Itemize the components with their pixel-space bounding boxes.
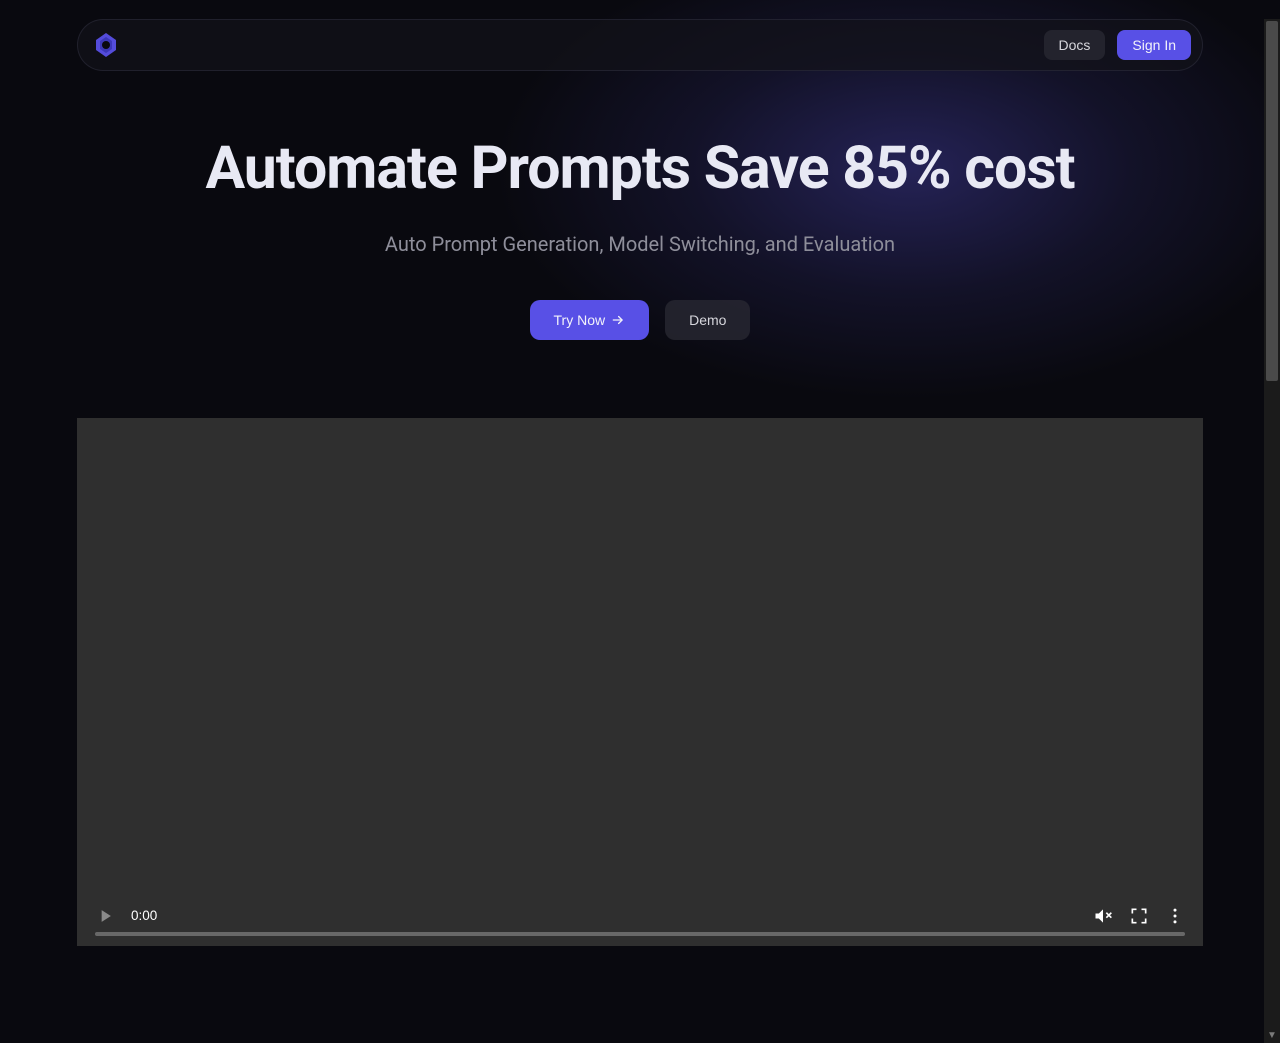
more-icon[interactable] xyxy=(1165,906,1185,926)
hero-actions: Try Now Demo xyxy=(40,300,1240,340)
arrow-right-icon xyxy=(611,313,625,327)
signin-button[interactable]: Sign In xyxy=(1117,30,1191,60)
docs-button[interactable]: Docs xyxy=(1044,30,1106,60)
hero-section: Automate Prompts Save 85% cost Auto Prom… xyxy=(0,137,1280,340)
nav-actions: Docs Sign In xyxy=(1044,30,1192,60)
play-icon[interactable] xyxy=(95,906,115,926)
try-now-button[interactable]: Try Now xyxy=(530,300,650,340)
video-controls: 0:00 xyxy=(77,892,1203,946)
hero-subtitle: Auto Prompt Generation, Model Switching,… xyxy=(40,232,1240,256)
demo-button[interactable]: Demo xyxy=(665,300,750,340)
video-progress-bar[interactable] xyxy=(95,932,1185,936)
hero-title: Automate Prompts Save 85% cost xyxy=(40,137,1240,202)
top-nav: Docs Sign In xyxy=(77,19,1203,71)
logo-icon[interactable] xyxy=(92,31,120,59)
fullscreen-icon[interactable] xyxy=(1129,906,1149,926)
try-now-label: Try Now xyxy=(554,312,606,328)
video-player[interactable]: 0:00 xyxy=(77,418,1203,946)
scroll-down-icon[interactable]: ▼ xyxy=(1264,1027,1280,1043)
video-time: 0:00 xyxy=(131,908,157,923)
mute-icon[interactable] xyxy=(1093,906,1113,926)
